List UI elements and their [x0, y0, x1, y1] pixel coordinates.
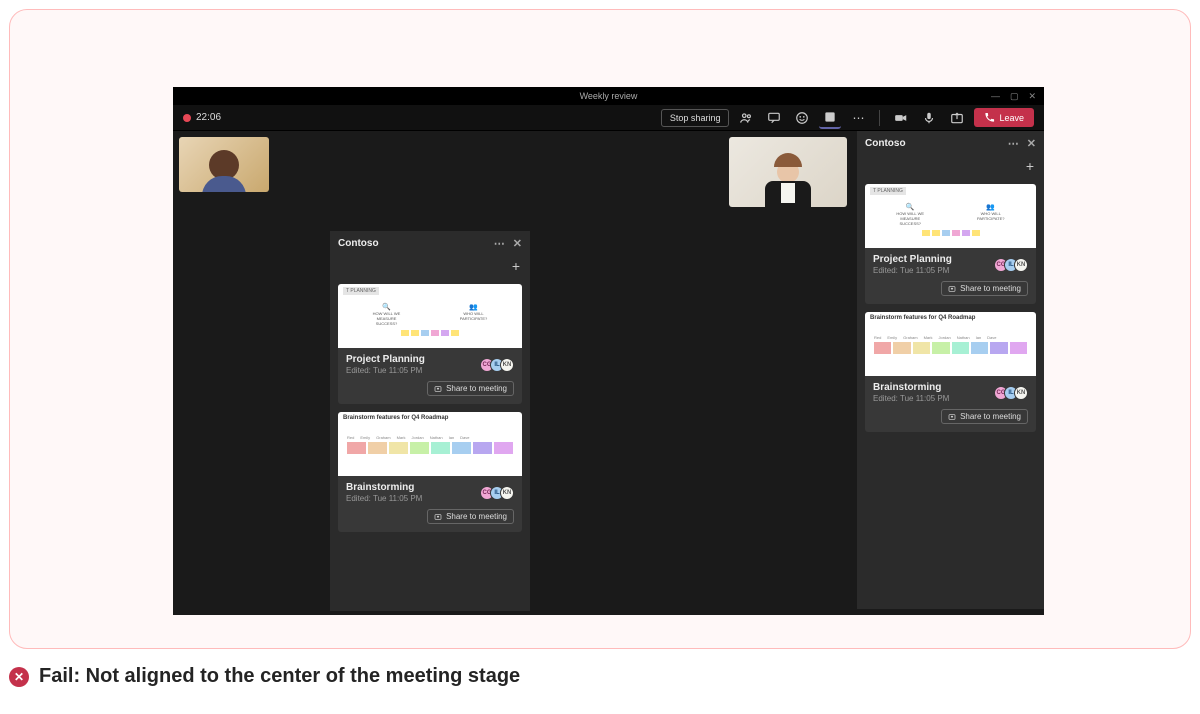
share-tray-icon[interactable]	[946, 107, 968, 129]
card-subtitle: Edited: Tue 11:05 PM	[873, 266, 952, 275]
share-to-meeting-button[interactable]: Share to meeting	[427, 509, 514, 524]
share-to-meeting-button[interactable]: Share to meeting	[941, 281, 1028, 296]
participant-video-2[interactable]	[729, 137, 847, 207]
document-card[interactable]: T PLANNING 🔍HOW WILL WE MEASURE SUCCESS?…	[338, 284, 522, 404]
panel-toggle-icon[interactable]	[819, 107, 841, 129]
leave-button[interactable]: Leave	[974, 108, 1034, 127]
fail-icon: ✕	[9, 667, 29, 687]
camera-icon[interactable]	[890, 107, 912, 129]
panel-header: Contoso ⋯ ✕	[857, 131, 1044, 156]
card-preview: Brainstorm features for Q4 Roadmap RedEm…	[865, 312, 1036, 376]
maximize-icon[interactable]: ▢	[1010, 91, 1019, 102]
panel-close-icon[interactable]: ✕	[513, 237, 522, 250]
panel-close-icon[interactable]: ✕	[1027, 137, 1036, 150]
panel-more-icon[interactable]: ⋯	[494, 237, 505, 250]
app-side-panel: Contoso ⋯ ✕ + T PLANNING 🔍HOW WILL WE ME…	[857, 131, 1044, 609]
document-card[interactable]: Brainstorm features for Q4 Roadmap RedEm…	[865, 312, 1036, 432]
card-preview: T PLANNING 🔍HOW WILL WE MEASURE SUCCESS?…	[865, 184, 1036, 248]
close-window-icon[interactable]: ✕	[1028, 91, 1036, 102]
add-button[interactable]: +	[512, 258, 520, 274]
recording-dot-icon	[183, 114, 191, 122]
avatar-stack: CGILKN	[994, 258, 1028, 272]
card-subtitle: Edited: Tue 11:05 PM	[346, 494, 422, 503]
minimize-icon[interactable]: —	[991, 91, 1000, 101]
add-button[interactable]: +	[1026, 158, 1034, 174]
caption-text: Fail: Not aligned to the center of the m…	[39, 665, 520, 688]
card-subtitle: Edited: Tue 11:05 PM	[346, 366, 425, 375]
app-panel-stage: Contoso ⋯ ✕ + T PLANNING 🔍HOW WILL WE ME…	[330, 231, 530, 611]
panel-title: Contoso	[865, 138, 906, 149]
participant-video-1[interactable]	[179, 137, 269, 192]
avatar-stack: CGILKN	[994, 386, 1028, 400]
stop-sharing-button[interactable]: Stop sharing	[661, 109, 730, 127]
panel-header: Contoso ⋯ ✕	[330, 231, 530, 256]
window-controls: — ▢ ✕	[983, 87, 1044, 105]
more-actions-icon[interactable]: ⋯	[847, 107, 869, 129]
meeting-toolbar: 22:06 Stop sharing ⋯ Leave	[173, 105, 1044, 131]
toolbar-separator	[879, 110, 880, 126]
mic-icon[interactable]	[918, 107, 940, 129]
share-to-meeting-button[interactable]: Share to meeting	[427, 381, 514, 396]
reactions-icon[interactable]	[791, 107, 813, 129]
teams-meeting-window: Weekly review — ▢ ✕ 22:06 Stop sharing ⋯	[173, 87, 1044, 615]
share-to-meeting-button[interactable]: Share to meeting	[941, 409, 1028, 424]
avatar-stack: CGILKN	[480, 486, 514, 500]
chat-icon[interactable]	[763, 107, 785, 129]
example-frame: Weekly review — ▢ ✕ 22:06 Stop sharing ⋯	[9, 9, 1191, 649]
example-caption: ✕ Fail: Not aligned to the center of the…	[9, 665, 520, 688]
meeting-title: Weekly review	[580, 91, 638, 101]
meeting-stage: Contoso ⋯ ✕ + T PLANNING 🔍HOW WILL WE ME…	[173, 131, 1044, 615]
recording-indicator: 22:06	[183, 112, 221, 123]
recording-time: 22:06	[196, 112, 221, 123]
card-subtitle: Edited: Tue 11:05 PM	[873, 394, 949, 403]
card-preview: Brainstorm features for Q4 Roadmap RedEm…	[338, 412, 522, 476]
document-card[interactable]: Brainstorm features for Q4 Roadmap RedEm…	[338, 412, 522, 532]
panel-more-icon[interactable]: ⋯	[1008, 137, 1019, 150]
card-title: Project Planning	[873, 254, 952, 265]
window-titlebar: Weekly review — ▢ ✕	[173, 87, 1044, 105]
card-title: Brainstorming	[873, 382, 949, 393]
card-preview: T PLANNING 🔍HOW WILL WE MEASURE SUCCESS?…	[338, 284, 522, 348]
panel-title: Contoso	[338, 238, 379, 249]
people-icon[interactable]	[735, 107, 757, 129]
card-title: Project Planning	[346, 354, 425, 365]
card-title: Brainstorming	[346, 482, 422, 493]
avatar-stack: CGILKN	[480, 358, 514, 372]
document-card[interactable]: T PLANNING 🔍HOW WILL WE MEASURE SUCCESS?…	[865, 184, 1036, 304]
